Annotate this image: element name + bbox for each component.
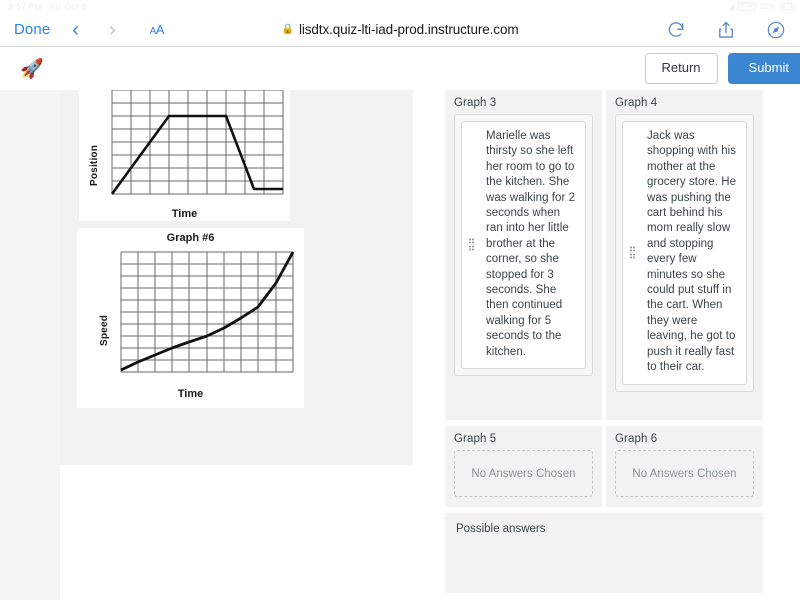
graph2-plot [120, 251, 295, 373]
answer-chip-text: Marielle was thirsty so she left her roo… [486, 130, 576, 358]
answer-row-bottom: Graph 5 No Answers Chosen Graph 6 No Ans… [445, 426, 800, 507]
answer-cell-label: Graph 4 [615, 97, 658, 109]
lock-icon: 🔒 [281, 24, 294, 35]
return-button[interactable]: Return [644, 53, 718, 84]
drag-handle-icon[interactable] [469, 238, 475, 252]
answer-cell-label: Graph 6 [615, 433, 658, 445]
answers-column: Graph 3 Marielle was thirsty so she left… [445, 90, 800, 600]
rocket-icon: 🚀 [20, 59, 44, 80]
answer-chip[interactable]: Jack was shopping with his mother at the… [622, 121, 747, 385]
status-date: Fri Oct 9 [50, 1, 87, 12]
quiz-body: Position Time Graph #6 Speed Time Graph … [0, 90, 800, 600]
possible-answers-panel[interactable]: Possible answers [445, 513, 763, 593]
compass-icon[interactable] [766, 20, 786, 40]
browser-toolbar: Done ‹ › AA 🔒 lisdtx.quiz-lti-iad-prod.i… [0, 13, 800, 47]
wifi-icon: ◢ [728, 2, 735, 11]
drop-zone-graph-5[interactable]: No Answers Chosen [454, 450, 593, 497]
battery-icon [780, 3, 794, 10]
answer-chip[interactable]: Marielle was thirsty so she left her roo… [461, 121, 586, 370]
graph2-x-axis-label: Time [177, 388, 204, 400]
left-rail [0, 90, 60, 600]
question-column: Position Time Graph #6 Speed Time [60, 90, 445, 600]
graph1-plot [110, 90, 284, 195]
graph2-title: Graph #6 [166, 232, 215, 244]
submit-button[interactable]: Submit [727, 53, 800, 84]
share-icon[interactable] [716, 20, 736, 40]
answer-row-top: Graph 3 Marielle was thirsty so she left… [445, 90, 800, 420]
answer-cell-label: Graph 3 [454, 97, 497, 109]
question-panel: Position Time Graph #6 Speed Time [60, 90, 413, 465]
answer-cell-graph-3[interactable]: Graph 3 Marielle was thirsty so she left… [445, 90, 602, 420]
answer-cell-graph-6[interactable]: Graph 6 No Answers Chosen [606, 426, 763, 507]
chevron-left-icon[interactable]: ‹ [72, 20, 79, 40]
url-text: lisdtx.quiz-lti-iad-prod.instructure.com [298, 22, 519, 37]
quiz-header-bar: 🚀 Return Submit [0, 47, 800, 90]
graph1-x-axis-label: Time [171, 208, 198, 220]
answer-cell-graph-5[interactable]: Graph 5 No Answers Chosen [445, 426, 602, 507]
drop-zone-graph-6[interactable]: No Answers Chosen [615, 450, 754, 497]
answer-chip-text: Jack was shopping with his mother at the… [647, 130, 737, 374]
battery-percent: 21% [759, 2, 776, 11]
quiz-page: 🚀 Return Submit Position Time Graph #6 S… [0, 47, 800, 600]
answer-cell-graph-4[interactable]: Graph 4 Jack was shopping with his mothe… [606, 90, 763, 420]
ios-status-bar: 3:57 PM Fri Oct 9 ◢ LOW 21% [0, 0, 800, 13]
status-bar-left: 3:57 PM Fri Oct 9 [8, 2, 87, 12]
browser-toolbar-right [666, 20, 786, 40]
battery-saver-icon: LOW [738, 2, 756, 11]
status-time: 3:57 PM [8, 1, 43, 12]
status-bar-right: ◢ LOW 21% [728, 2, 794, 11]
text-size-button[interactable]: AA [150, 22, 165, 37]
empty-drop-text: No Answers Chosen [471, 467, 576, 480]
drag-handle-icon[interactable] [630, 246, 636, 259]
drop-zone-graph-4[interactable]: Jack was shopping with his mother at the… [615, 114, 754, 392]
drop-zone-graph-3[interactable]: Marielle was thirsty so she left her roo… [454, 114, 593, 377]
reload-icon[interactable] [666, 20, 686, 40]
possible-answers-label: Possible answers [456, 523, 546, 535]
quiz-header-actions: Return Submit [644, 53, 800, 84]
empty-drop-text: No Answers Chosen [632, 467, 737, 480]
graph-card-position: Position Time [79, 90, 290, 221]
done-button[interactable]: Done [14, 21, 50, 38]
graph-card-speed: Graph #6 Speed Time [77, 228, 304, 408]
answer-cell-label: Graph 5 [454, 433, 497, 445]
chevron-right-icon: › [108, 18, 116, 41]
